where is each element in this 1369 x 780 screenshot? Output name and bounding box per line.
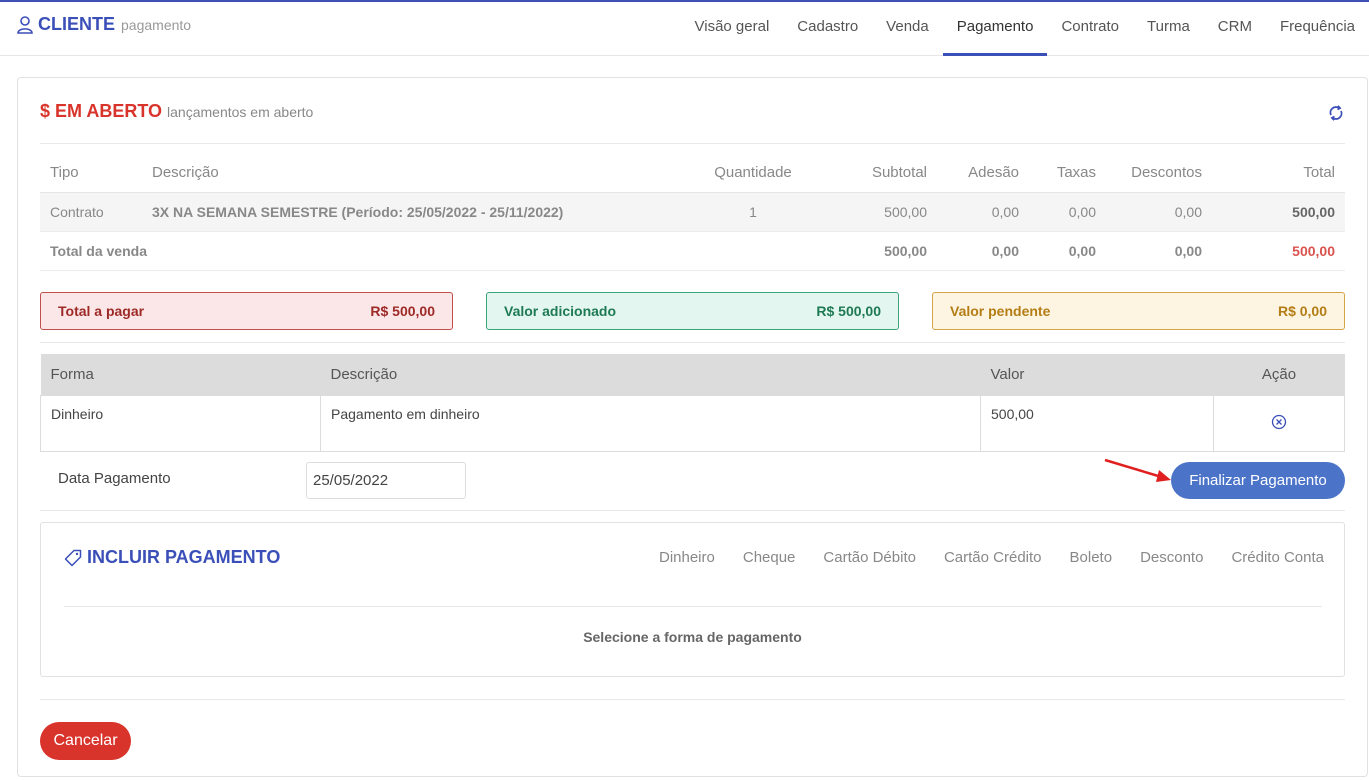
valor-pendente-value: R$ 0,00: [1277, 303, 1327, 319]
valor-adicionado-label: Valor adicionado: [504, 303, 617, 319]
payment-date-label: Data Pagamento: [58, 470, 171, 487]
valor-pendente-box: Valor pendente R$ 0,00: [932, 292, 1345, 330]
remove-circle-icon[interactable]: [1271, 414, 1287, 430]
page-title: CLIENTE: [38, 14, 116, 34]
total-adesao: 0,00: [937, 231, 1029, 271]
section-title: $ EM ABERTO: [40, 101, 163, 121]
table-row: Contrato 3X NA SEMANA SEMESTRE (Período:…: [40, 192, 1345, 232]
cell-descontos: 0,00: [1106, 192, 1212, 232]
include-payment-header: INCLUIR PAGAMENTO: [64, 547, 280, 568]
payments-table: Forma Descrição Valor Ação Dinheiro Paga…: [40, 354, 1345, 452]
sales-table: Tipo Descrição Quantidade Subtotal Adesã…: [40, 154, 1345, 271]
col-adesao: Adesão: [937, 154, 1029, 193]
table-footer-row: Total da venda 500,00 0,00 0,00 0,00 500…: [40, 231, 1345, 271]
include-payment-title: INCLUIR PAGAMENTO: [87, 547, 281, 567]
method-cartao-credito[interactable]: Cartão Crédito: [944, 549, 1042, 566]
cell-valor: 500,00: [980, 394, 1214, 452]
table-header-row: Forma Descrição Valor Ação: [40, 354, 1345, 395]
valor-adicionado-value: R$ 500,00: [816, 303, 881, 319]
method-cartao-debito[interactable]: Cartão Débito: [823, 549, 916, 566]
total-a-pagar-label: Total a pagar: [58, 303, 145, 319]
tab-venda[interactable]: Venda: [872, 2, 943, 56]
col-forma: Forma: [40, 354, 321, 395]
method-cheque[interactable]: Cheque: [743, 549, 796, 566]
cell-total: 500,00: [1212, 192, 1345, 232]
total-a-pagar-value: R$ 500,00: [370, 303, 435, 319]
method-dinheiro[interactable]: Dinheiro: [659, 549, 715, 566]
tab-pagamento[interactable]: Pagamento: [942, 2, 1048, 56]
col-tipo: Tipo: [40, 154, 142, 193]
section-subtitle: lançamentos em aberto: [167, 104, 314, 120]
col-total: Total: [1212, 154, 1345, 193]
method-credito-conta[interactable]: Crédito Conta: [1231, 549, 1324, 566]
col-valor: Valor: [980, 354, 1214, 395]
cell-subtotal: 500,00: [814, 192, 937, 232]
total-descontos: 0,00: [1106, 231, 1212, 271]
total-taxas: 0,00: [1029, 231, 1106, 271]
tab-contrato[interactable]: Contrato: [1047, 2, 1133, 56]
divider: [40, 699, 1345, 700]
payment-card: $ EM ABERTO lançamentos em aberto Tipo D…: [17, 77, 1368, 777]
refresh-icon[interactable]: [1327, 104, 1345, 122]
valor-adicionado-box: Valor adicionado R$ 500,00: [486, 292, 899, 330]
tab-crm[interactable]: CRM: [1204, 2, 1266, 56]
method-boleto[interactable]: Boleto: [1070, 549, 1113, 566]
page-subtitle: pagamento: [121, 16, 192, 33]
table-header-row: Tipo Descrição Quantidade Subtotal Adesã…: [40, 154, 1345, 193]
cell-descricao: Pagamento em dinheiro: [320, 394, 981, 452]
payment-date-input[interactable]: [306, 462, 466, 499]
cell-taxas: 0,00: [1029, 192, 1106, 232]
col-acao: Ação: [1213, 354, 1345, 395]
col-subtotal: Subtotal: [814, 154, 937, 193]
col-quantidade: Quantidade: [692, 154, 814, 193]
cell-acao: [1213, 394, 1345, 452]
divider: [40, 342, 1345, 343]
tab-frequencia[interactable]: Frequência: [1266, 2, 1369, 56]
nav-tabs: Visão geral Cadastro Venda Pagamento Con…: [681, 2, 1369, 56]
cell-descricao: 3X NA SEMANA SEMESTRE (Período: 25/05/20…: [142, 192, 692, 232]
section-header: $ EM ABERTO lançamentos em aberto: [40, 101, 313, 122]
valor-pendente-label: Valor pendente: [950, 303, 1051, 319]
cell-quantidade: 1: [692, 192, 814, 232]
table-row: Dinheiro Pagamento em dinheiro 500,00: [40, 394, 1345, 452]
tab-turma[interactable]: Turma: [1133, 2, 1204, 56]
include-payment-panel: INCLUIR PAGAMENTO Dinheiro Cheque Cartão…: [40, 522, 1345, 677]
divider: [64, 606, 1322, 607]
tab-cadastro[interactable]: Cadastro: [783, 2, 872, 56]
cell-forma: Dinheiro: [40, 394, 321, 452]
select-payment-message: Selecione a forma de pagamento: [583, 629, 802, 645]
brand: CLIENTE pagamento: [17, 14, 191, 35]
col-descricao: Descrição: [320, 354, 981, 395]
cell-adesao: 0,00: [937, 192, 1029, 232]
page-header: CLIENTE pagamento Visão geral Cadastro V…: [0, 2, 1369, 56]
col-taxas: Taxas: [1029, 154, 1106, 193]
finalize-payment-button[interactable]: Finalizar Pagamento: [1171, 462, 1345, 499]
total-subtotal: 500,00: [814, 231, 937, 271]
total-total: 500,00: [1212, 231, 1345, 271]
col-descricao: Descrição: [142, 154, 692, 193]
tag-icon: [64, 549, 82, 566]
method-desconto[interactable]: Desconto: [1140, 549, 1203, 566]
col-descontos: Descontos: [1106, 154, 1212, 193]
payment-method-tabs: Dinheiro Cheque Cartão Débito Cartão Cré…: [631, 549, 1324, 566]
divider: [40, 510, 1345, 511]
arrow-icon: [1104, 458, 1171, 482]
cancel-button[interactable]: Cancelar: [40, 722, 131, 760]
total-a-pagar-box: Total a pagar R$ 500,00: [40, 292, 453, 330]
total-venda-label: Total da venda: [40, 231, 814, 271]
divider: [40, 143, 1345, 144]
tab-visao-geral[interactable]: Visão geral: [681, 2, 784, 56]
cell-tipo: Contrato: [40, 192, 142, 232]
user-icon: [17, 15, 33, 34]
